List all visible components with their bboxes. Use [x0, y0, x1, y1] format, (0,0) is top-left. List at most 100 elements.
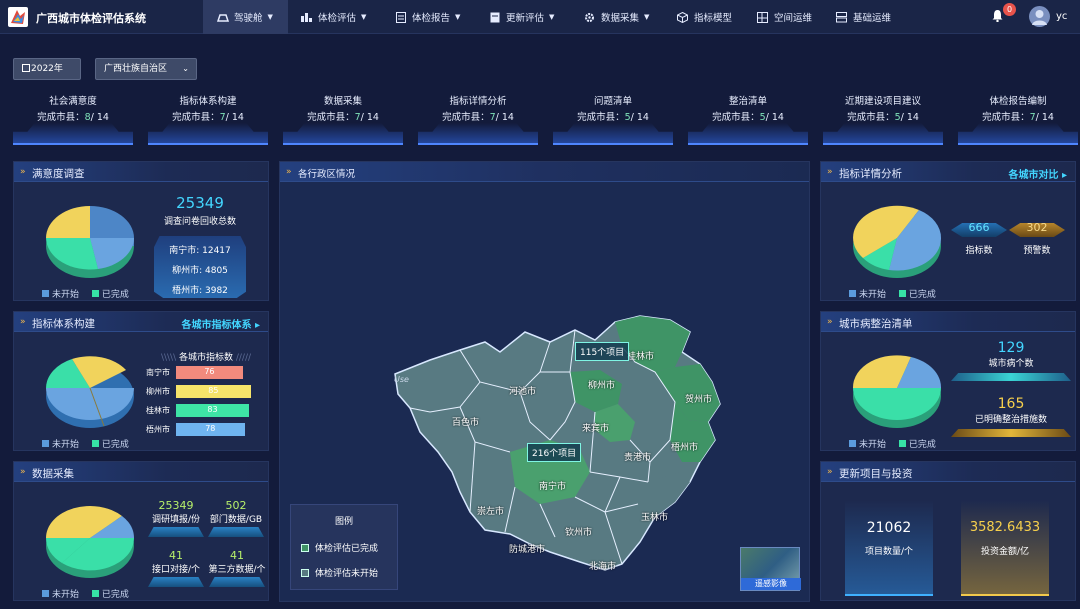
- stat-title: 指标体系构建: [179, 96, 237, 107]
- stat-card-project-advice[interactable]: 近期建设项目建议 完成市县：5/ 14: [823, 91, 943, 145]
- map-watermark: Use: [394, 375, 409, 384]
- city-count: 梧州市: 3982: [172, 286, 228, 296]
- stat-card-report[interactable]: 体检报告编制 完成市县：7/ 14: [958, 91, 1078, 145]
- nav-label: 空间运维: [774, 13, 813, 24]
- city-label[interactable]: 柳州市: [588, 378, 615, 391]
- map-icon: [757, 11, 768, 23]
- stat-card-rectify-list[interactable]: 整治清单 完成市县：5/ 14: [688, 91, 808, 145]
- legend-swatch: [301, 544, 309, 552]
- arrow-icon: »: [827, 317, 833, 327]
- city-disease-panel: » 城市病整治清单 未开始 已完成 129 城市病个数 165 已明确整治措施数: [820, 311, 1076, 451]
- remote-sensing-label: 遥感影像: [741, 578, 801, 590]
- stat-base: [148, 123, 268, 145]
- year-select[interactable]: 2022年: [13, 58, 81, 80]
- username[interactable]: yc: [1056, 11, 1067, 22]
- nav-label: 驾驶舱: [234, 13, 263, 24]
- legend-label: 已完成: [101, 590, 129, 600]
- nav-label: 基础运维: [853, 13, 892, 24]
- arrow-icon: »: [20, 167, 26, 177]
- remote-sensing-toggle[interactable]: 遥感影像: [740, 547, 801, 591]
- legend: 未开始 已完成: [849, 437, 936, 450]
- legend: 未开始 已完成: [42, 437, 129, 450]
- legend: 未开始 已完成: [42, 287, 129, 300]
- legend-label: 未开始: [52, 290, 80, 300]
- city-label[interactable]: 河池市: [509, 384, 536, 397]
- nav-space[interactable]: 空间运维: [757, 0, 812, 34]
- chevron-down-icon: ⌄: [182, 64, 189, 73]
- stat-title: 整治清单: [728, 96, 767, 107]
- stat-card-satisfaction[interactable]: 社会满意度 完成市县：8/ 14: [13, 91, 133, 145]
- nav-data-collect[interactable]: 数据采集 ▼: [584, 0, 649, 34]
- panel-header: » 满意度调查: [14, 162, 268, 182]
- city-bars: 南宁市 76 柳州市 85 桂林市 83 梧州市 78: [146, 362, 266, 438]
- legend-label: 已完成: [908, 440, 936, 450]
- arrow-icon: »: [20, 467, 26, 477]
- avatar[interactable]: [1029, 6, 1050, 27]
- bell-icon[interactable]: [991, 9, 1004, 23]
- city-label[interactable]: 南宁市: [539, 479, 566, 492]
- legend-label: 未开始: [52, 440, 80, 450]
- city-label[interactable]: 钦州市: [565, 525, 592, 538]
- stat-title: 指标详情分析: [449, 96, 507, 107]
- city-label[interactable]: 玉林市: [641, 510, 668, 523]
- nav-cockpit[interactable]: 驾驶舱 ▼: [203, 0, 288, 34]
- legend-label: 未开始: [859, 440, 887, 450]
- nav-update[interactable]: 更新评估 ▼: [490, 0, 554, 34]
- city-bar-row: 桂林市 83: [146, 404, 266, 418]
- nav-evaluation[interactable]: 体检评估 ▼: [301, 0, 366, 34]
- city-bar-row: 柳州市 85: [146, 385, 266, 399]
- city-label[interactable]: 桂林市: [627, 349, 654, 362]
- platform: [951, 373, 1071, 381]
- project-badge[interactable]: 216个项目: [527, 443, 582, 462]
- city-label[interactable]: 贺州市: [685, 392, 712, 405]
- arrow-icon: »: [20, 317, 26, 327]
- data-collect-pie: [45, 505, 135, 578]
- nav-model[interactable]: 指标模型: [677, 0, 732, 34]
- city-label[interactable]: 贵港市: [624, 450, 651, 463]
- panel-title: 数据采集: [32, 468, 74, 480]
- nav-report[interactable]: 体检报告 ▼: [396, 0, 460, 34]
- disease-count-value: 129: [997, 340, 1025, 356]
- city-box: 南宁市: 12417 柳州市: 4805 梧州市: 3982: [154, 236, 246, 298]
- city-label[interactable]: 北海市: [589, 559, 616, 572]
- city-label[interactable]: 崇左市: [477, 504, 504, 517]
- city-compare-link[interactable]: 各城市对比 ▸: [1008, 166, 1067, 181]
- chart-icon: [301, 12, 312, 22]
- panel-header: » 更新项目与投资: [821, 462, 1075, 482]
- city-bar-value: 83: [207, 405, 218, 414]
- stat-card-problem-list[interactable]: 问题清单 完成市县：5/ 14: [553, 91, 673, 145]
- stat-title: 问题清单: [593, 96, 632, 107]
- report-icon: [396, 11, 406, 23]
- legend-swatch: [849, 440, 856, 447]
- data-item-label: 接口对接/个: [151, 565, 201, 575]
- nav-base[interactable]: 基础运维: [836, 0, 891, 34]
- region-select[interactable]: 广西壮族自治区 ⌄: [95, 58, 197, 80]
- city-label[interactable]: 防城港市: [509, 542, 545, 555]
- stat-base: [283, 123, 403, 145]
- disease-count: 129 城市病个数: [951, 340, 1071, 381]
- stat-card-indicator-system[interactable]: 指标体系构建 完成市县：7/ 14: [148, 91, 268, 145]
- panel-title: 指标体系构建: [32, 318, 95, 330]
- chevron-down-icon: ▼: [267, 13, 273, 21]
- stat-card-indicator-detail[interactable]: 指标详情分析 完成市县：7/ 14: [418, 91, 538, 145]
- region-value: 广西壮族自治区: [104, 64, 168, 74]
- indicator-system-link[interactable]: 各城市指标体系 ▸: [181, 316, 260, 331]
- nav-label: 体检评估: [318, 13, 357, 24]
- legend: 未开始 已完成: [849, 287, 936, 300]
- city-label[interactable]: 百色市: [452, 415, 479, 428]
- panel-title: 指标详情分析: [839, 168, 902, 180]
- city-label[interactable]: 梧州市: [671, 440, 698, 453]
- city-label[interactable]: 来宾市: [582, 421, 609, 434]
- data-item: 41 第三方数据/个: [206, 549, 268, 587]
- panel-header: » 数据采集: [14, 462, 268, 482]
- stat-card-data-collect[interactable]: 数据采集 完成市县：7/ 14: [283, 91, 403, 145]
- legend-label: 未开始: [859, 290, 887, 300]
- panel-title: 各行政区情况: [298, 169, 356, 180]
- stat-value: 完成市县：7/ 14: [442, 112, 514, 123]
- project-badge[interactable]: 115个项目: [575, 342, 630, 361]
- server-icon: [836, 11, 847, 23]
- data-item-value: 502: [225, 499, 247, 512]
- legend-swatch: [91, 290, 99, 297]
- data-item: 25349 调研填报/份: [148, 499, 204, 537]
- measures-count: 165 已明确整治措施数: [951, 396, 1071, 437]
